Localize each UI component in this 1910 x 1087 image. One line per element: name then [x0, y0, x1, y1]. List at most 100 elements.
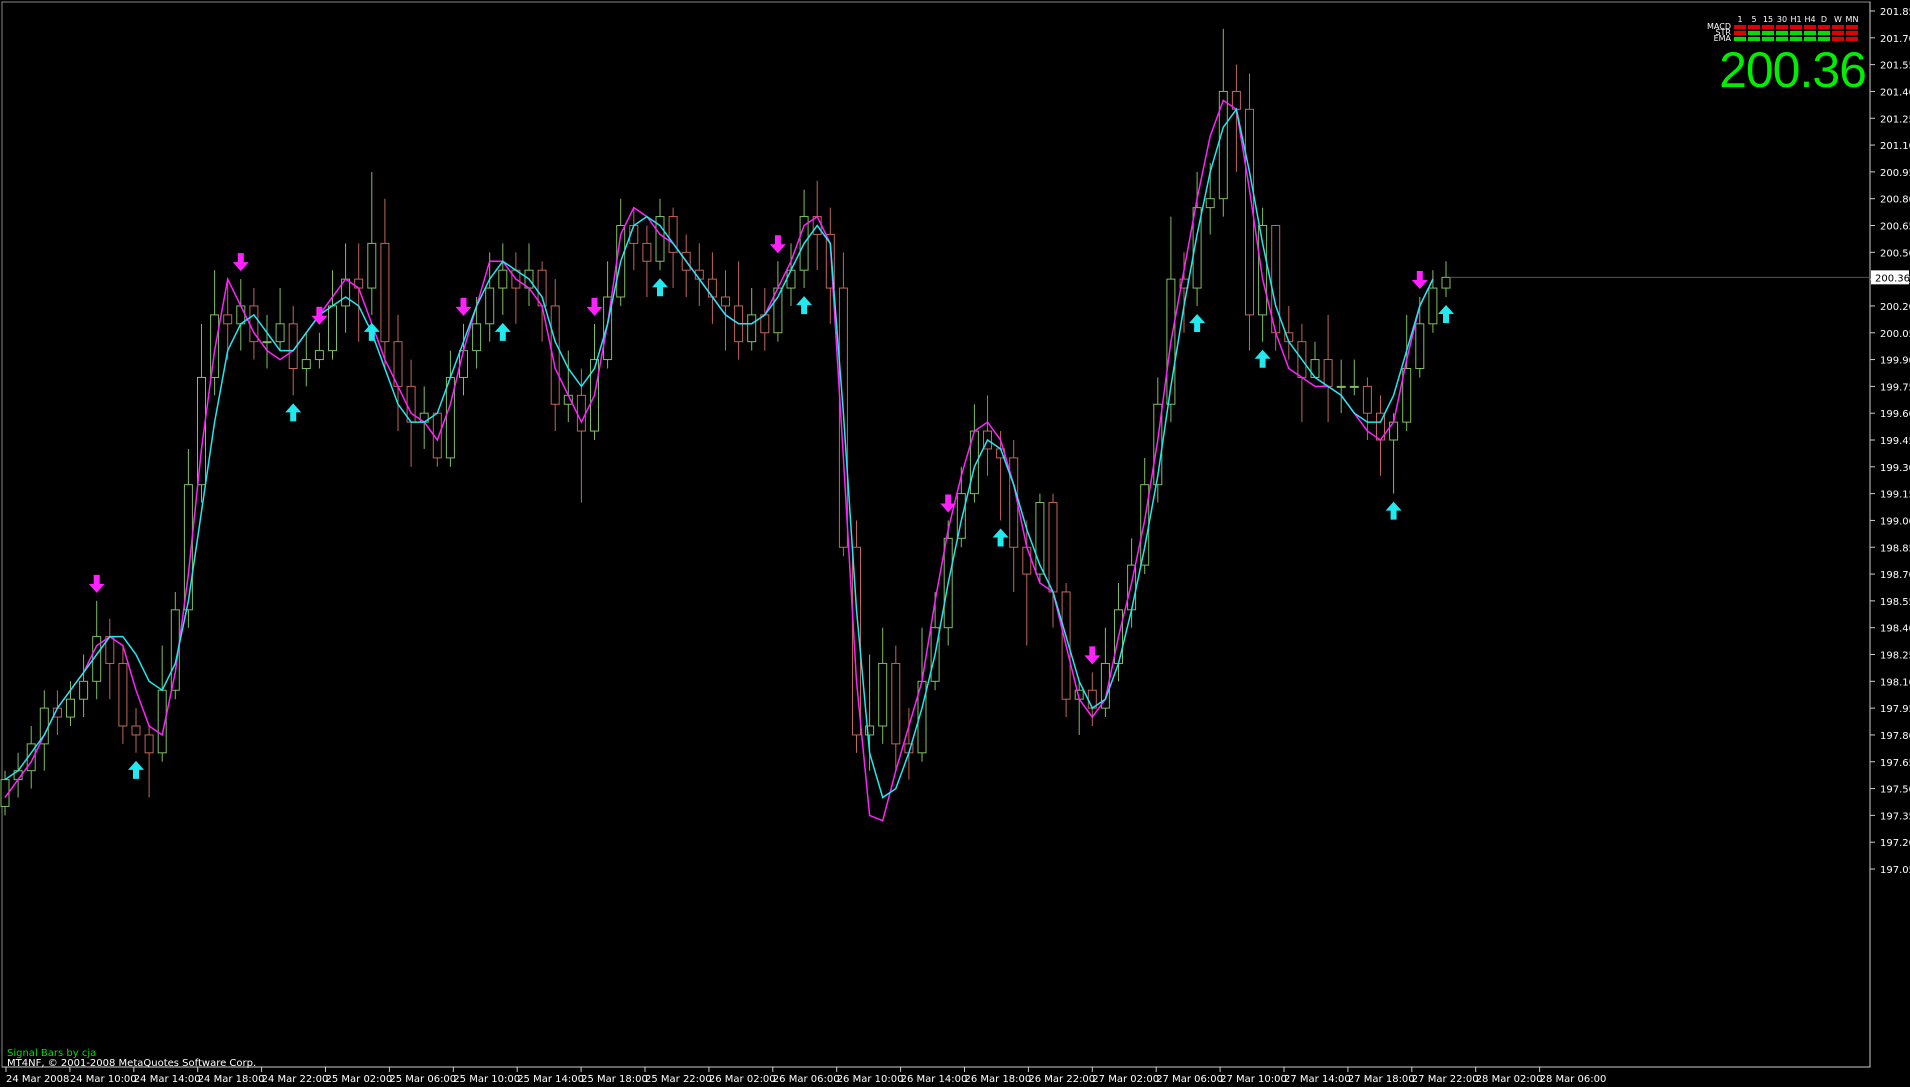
sell-arrow-icon [455, 297, 472, 316]
candle-body [131, 725, 141, 736]
time-tick-label: 25 Mar 22:00 [645, 1074, 712, 1085]
price-tick-label: 199.45 [1880, 436, 1910, 447]
candle-body [1048, 502, 1058, 593]
price-tick-label: 198.85 [1880, 543, 1910, 554]
price-tick-label: 199.90 [1880, 356, 1910, 367]
signal-up-bar [1762, 31, 1774, 35]
price-chart[interactable]: 201.85 201.70 201.55 201.40 201.25 201.10 200.… [0, 0, 1910, 1087]
signal-down-bar [1832, 37, 1844, 41]
candle-body [485, 287, 495, 325]
price-tick-label: 199.75 [1880, 382, 1910, 393]
price-tick-label: 197.35 [1880, 811, 1910, 822]
candle-body [498, 269, 508, 289]
signal-down-bar [1832, 25, 1844, 29]
price-tick-label: 198.55 [1880, 597, 1910, 608]
candle-body [1205, 198, 1215, 209]
time-axis: 24 Mar 2008 24 Mar 10:0024 Mar 14:0024 Ma… [5, 1067, 1606, 1085]
candle-body [878, 662, 888, 727]
signal-down-bar [1776, 25, 1788, 29]
timeframe-label: 30 [1776, 15, 1788, 24]
price-tick-label: 200.20 [1880, 302, 1910, 313]
current-price-display: 200.36 [1719, 42, 1867, 98]
candle-body [1362, 385, 1372, 414]
candle-body [118, 662, 128, 727]
candle-body [1022, 546, 1032, 575]
price-tick-label: 199.15 [1880, 490, 1910, 501]
time-tick-label: 24 Mar 2008 [6, 1074, 69, 1085]
current-price-tag: 200.36 [1451, 270, 1910, 285]
price-tick-label: 197.65 [1880, 758, 1910, 769]
candle-body [472, 323, 482, 352]
buy-arrow-icon [494, 322, 511, 341]
candle-body [144, 734, 154, 754]
timeframe-label: H1 [1790, 15, 1802, 24]
buy-arrow-icon [1438, 305, 1454, 323]
candles [0, 28, 1451, 816]
candle-body [223, 314, 233, 325]
price-tick-label: 201.25 [1880, 114, 1910, 125]
price-tick-label: 199.60 [1880, 409, 1910, 420]
candle-body [406, 385, 416, 423]
time-tick-label: 25 Mar 10:00 [453, 1074, 520, 1085]
chart-window[interactable]: 201.85 201.70 201.55 201.40 201.25 201.10 200.… [0, 0, 1910, 1087]
price-tick-label: 197.05 [1880, 865, 1910, 876]
time-tick-label: 26 Mar 14:00 [901, 1074, 968, 1085]
chart-caption: MT4NF, © 2001-2008 MetaQuotes Software C… [7, 1058, 257, 1069]
time-tick-label: 24 Mar 14:00 [134, 1074, 201, 1085]
price-tick-label: 200.05 [1880, 329, 1910, 340]
buy-arrow-icon [796, 296, 813, 315]
price-tick-label: 197.95 [1880, 704, 1910, 715]
candle-body [367, 242, 377, 289]
candle-body [262, 341, 272, 344]
candle-body [445, 376, 455, 459]
signal-down-bar [1762, 25, 1774, 29]
candle-body [721, 296, 730, 307]
candle-body [380, 242, 390, 343]
buy-arrow-icon [1254, 349, 1271, 368]
price-tick-label: 201.55 [1880, 61, 1910, 72]
sell-arrow-icon [232, 253, 249, 272]
candle-body [301, 359, 311, 369]
price-tick-label: 197.20 [1880, 838, 1910, 849]
candle-body [1258, 225, 1268, 316]
price-tick-label: 198.40 [1880, 624, 1910, 635]
timeframe-label: 15 [1762, 15, 1774, 24]
candle-body [1415, 323, 1425, 369]
signal-down-bar [1818, 25, 1830, 29]
current-price-tag-label: 200.36 [1875, 273, 1910, 284]
sell-arrow-icon [940, 494, 957, 513]
signal-down-bar [1846, 31, 1858, 35]
time-tick-label: 27 Mar 02:00 [1092, 1074, 1159, 1085]
signal-up-bar [1748, 31, 1760, 35]
price-tick-label: 200.80 [1880, 195, 1910, 206]
candle-body [275, 323, 285, 343]
candle-body [1441, 276, 1451, 289]
buy-arrow-icon [652, 278, 668, 297]
time-tick-label: 25 Mar 14:00 [517, 1074, 584, 1085]
time-tick-label: 27 Mar 10:00 [1220, 1074, 1287, 1085]
sell-arrow-icon [1084, 646, 1101, 665]
sell-arrow-icon [88, 574, 105, 593]
time-tick-label: 24 Mar 10:00 [70, 1074, 137, 1085]
signal-down-bar [1734, 25, 1746, 29]
timeframe-label: D [1820, 15, 1828, 24]
candle-body [1336, 385, 1346, 388]
signal-up-bar [1804, 31, 1816, 35]
time-tick-label: 25 Mar 06:00 [389, 1074, 456, 1085]
signal-up-bar [1734, 37, 1746, 41]
time-tick-label: 28 Mar 02:00 [1476, 1074, 1543, 1085]
candle-body [1349, 385, 1359, 388]
price-axis: 201.85 201.70 201.55 201.40 201.25 201.10 200.… [1870, 7, 1910, 876]
timeframe-label: MN [1845, 15, 1859, 24]
candle-body [576, 394, 586, 432]
time-tick-label: 26 Mar 02:00 [709, 1074, 776, 1085]
candle-body [747, 314, 757, 343]
timeframe-header: 1 5 15 30 H1 H4 D W MN [1733, 15, 1859, 24]
signal-down-bar [1846, 37, 1858, 41]
time-tick-label: 27 Mar 22:00 [1412, 1074, 1479, 1085]
moving-averages [4, 99, 1434, 822]
time-tick-label: 25 Mar 18:00 [581, 1074, 648, 1085]
signal-down-bar [1832, 31, 1844, 35]
price-tick-label: 201.40 [1880, 87, 1910, 98]
buy-arrow-icon [992, 528, 1009, 547]
